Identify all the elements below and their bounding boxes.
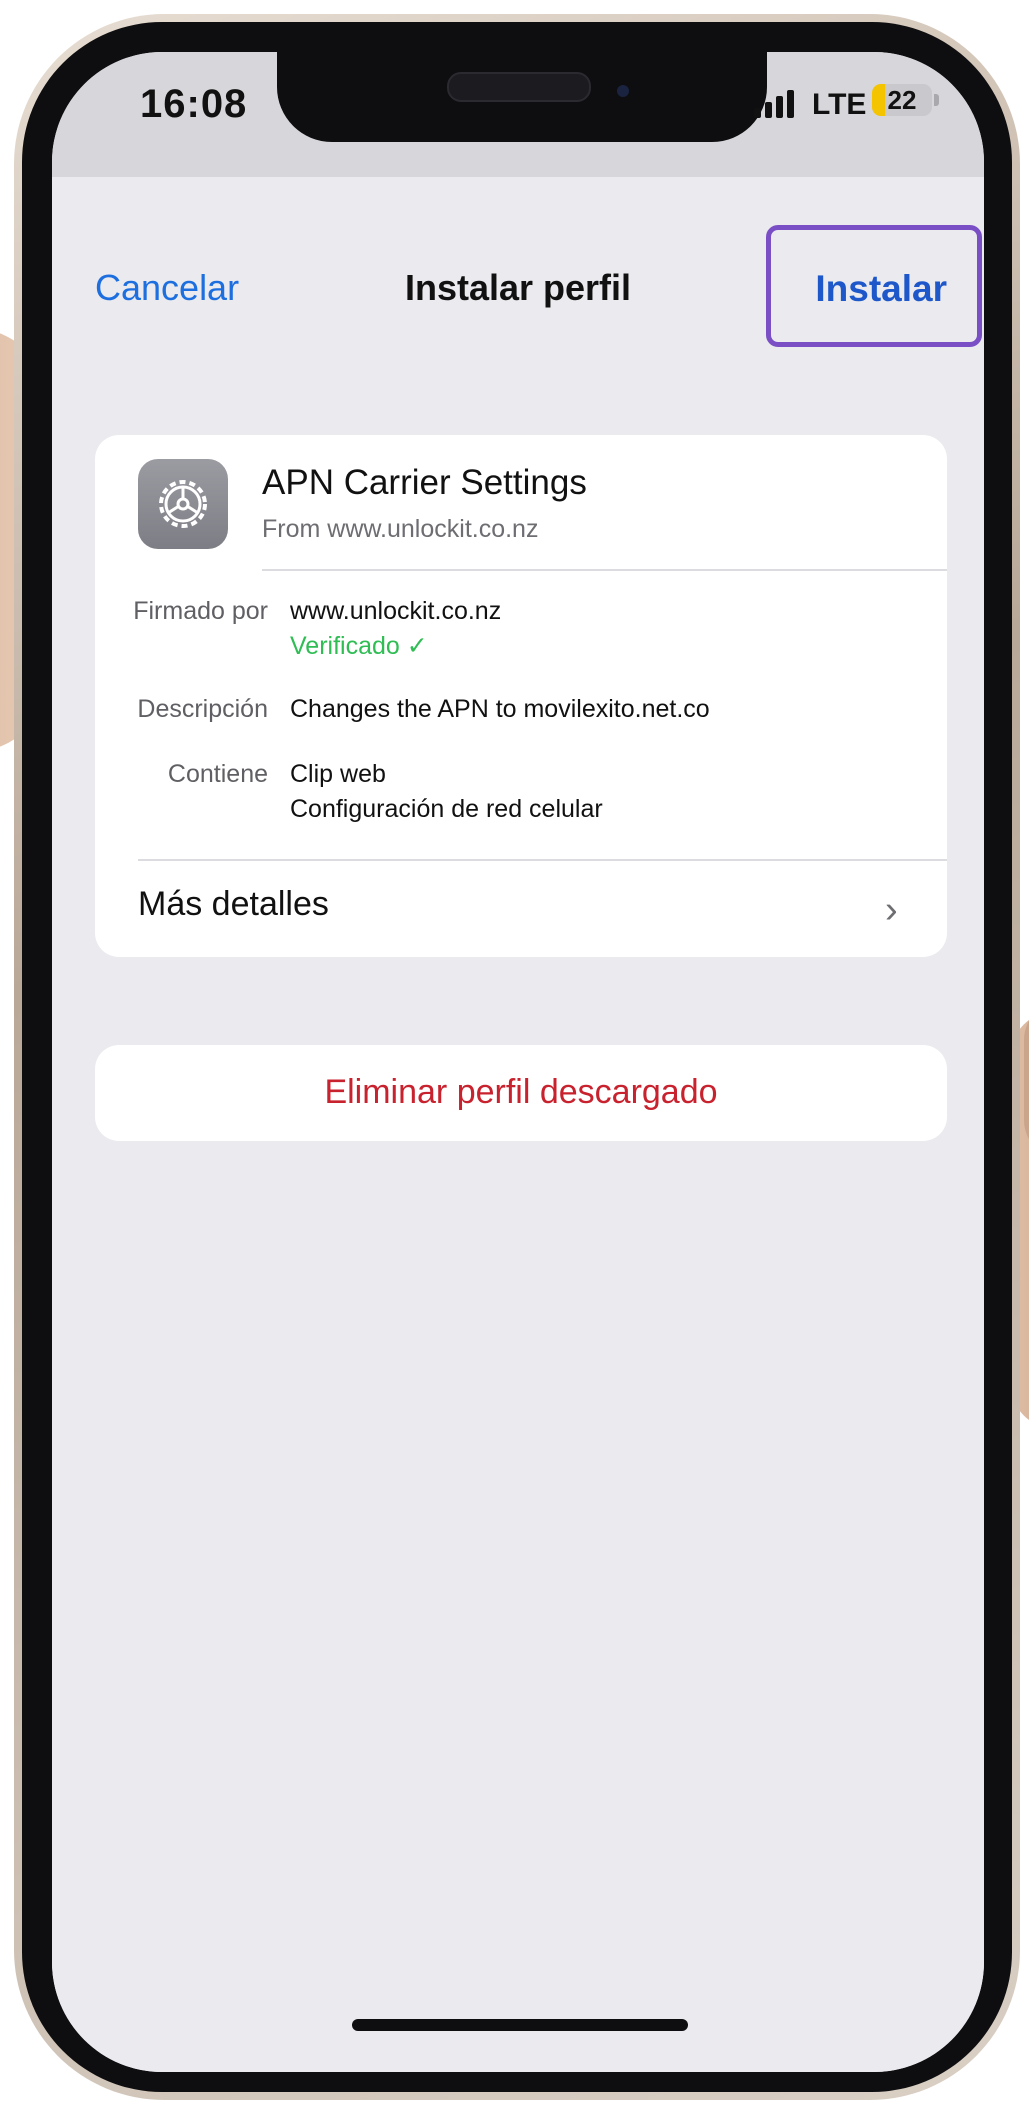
signed-by-value: www.unlockit.co.nz <box>290 597 502 625</box>
description-value: Changes the APN to movilexito.net.co <box>290 695 710 723</box>
description-label: Descripción <box>137 695 268 723</box>
install-button[interactable]: Instalar <box>766 225 982 347</box>
home-indicator[interactable] <box>352 2019 688 2031</box>
profile-card: APN Carrier Settings From www.unlockit.c… <box>95 435 947 957</box>
phone-screen: 16:08 LTE 22 Cancelar Instalar perfil In… <box>52 52 984 2072</box>
more-details-row[interactable]: Más detalles › <box>95 861 947 957</box>
more-details-label: Más detalles <box>138 885 329 923</box>
delete-profile-label: Eliminar perfil descargado <box>324 1073 718 1111</box>
battery-cap <box>934 94 939 106</box>
settings-app-icon <box>138 459 228 549</box>
install-profile-sheet: Cancelar Instalar perfil Instalar APN Ca… <box>52 177 984 2072</box>
contains-label: Contiene <box>167 760 268 788</box>
photo-stage: 16:08 LTE 22 Cancelar Instalar perfil In… <box>0 0 1029 2107</box>
signal-icon <box>754 88 794 118</box>
status-time: 16:08 <box>140 82 248 126</box>
install-button-label: Instalar <box>815 268 947 309</box>
delete-profile-button[interactable]: Eliminar perfil descargado <box>95 1045 947 1141</box>
signed-by-label: Firmado por <box>133 597 268 625</box>
divider <box>262 569 947 571</box>
chevron-right-icon: › <box>885 889 898 931</box>
status-bar: 16:08 LTE 22 <box>52 52 984 177</box>
gear-icon <box>159 480 207 528</box>
network-type: LTE <box>812 88 867 121</box>
profile-source: From www.unlockit.co.nz <box>262 515 539 543</box>
speaker-grille <box>447 72 591 102</box>
contains-item-web-clip: Clip web <box>290 760 386 788</box>
profile-name: APN Carrier Settings <box>262 463 587 502</box>
front-camera <box>617 85 629 97</box>
battery-percent: 22 <box>887 85 917 115</box>
verified-badge: Verificado ✓ <box>290 632 428 660</box>
contains-item-cellular: Configuración de red celular <box>290 795 603 823</box>
battery-icon: 22 <box>872 84 932 116</box>
